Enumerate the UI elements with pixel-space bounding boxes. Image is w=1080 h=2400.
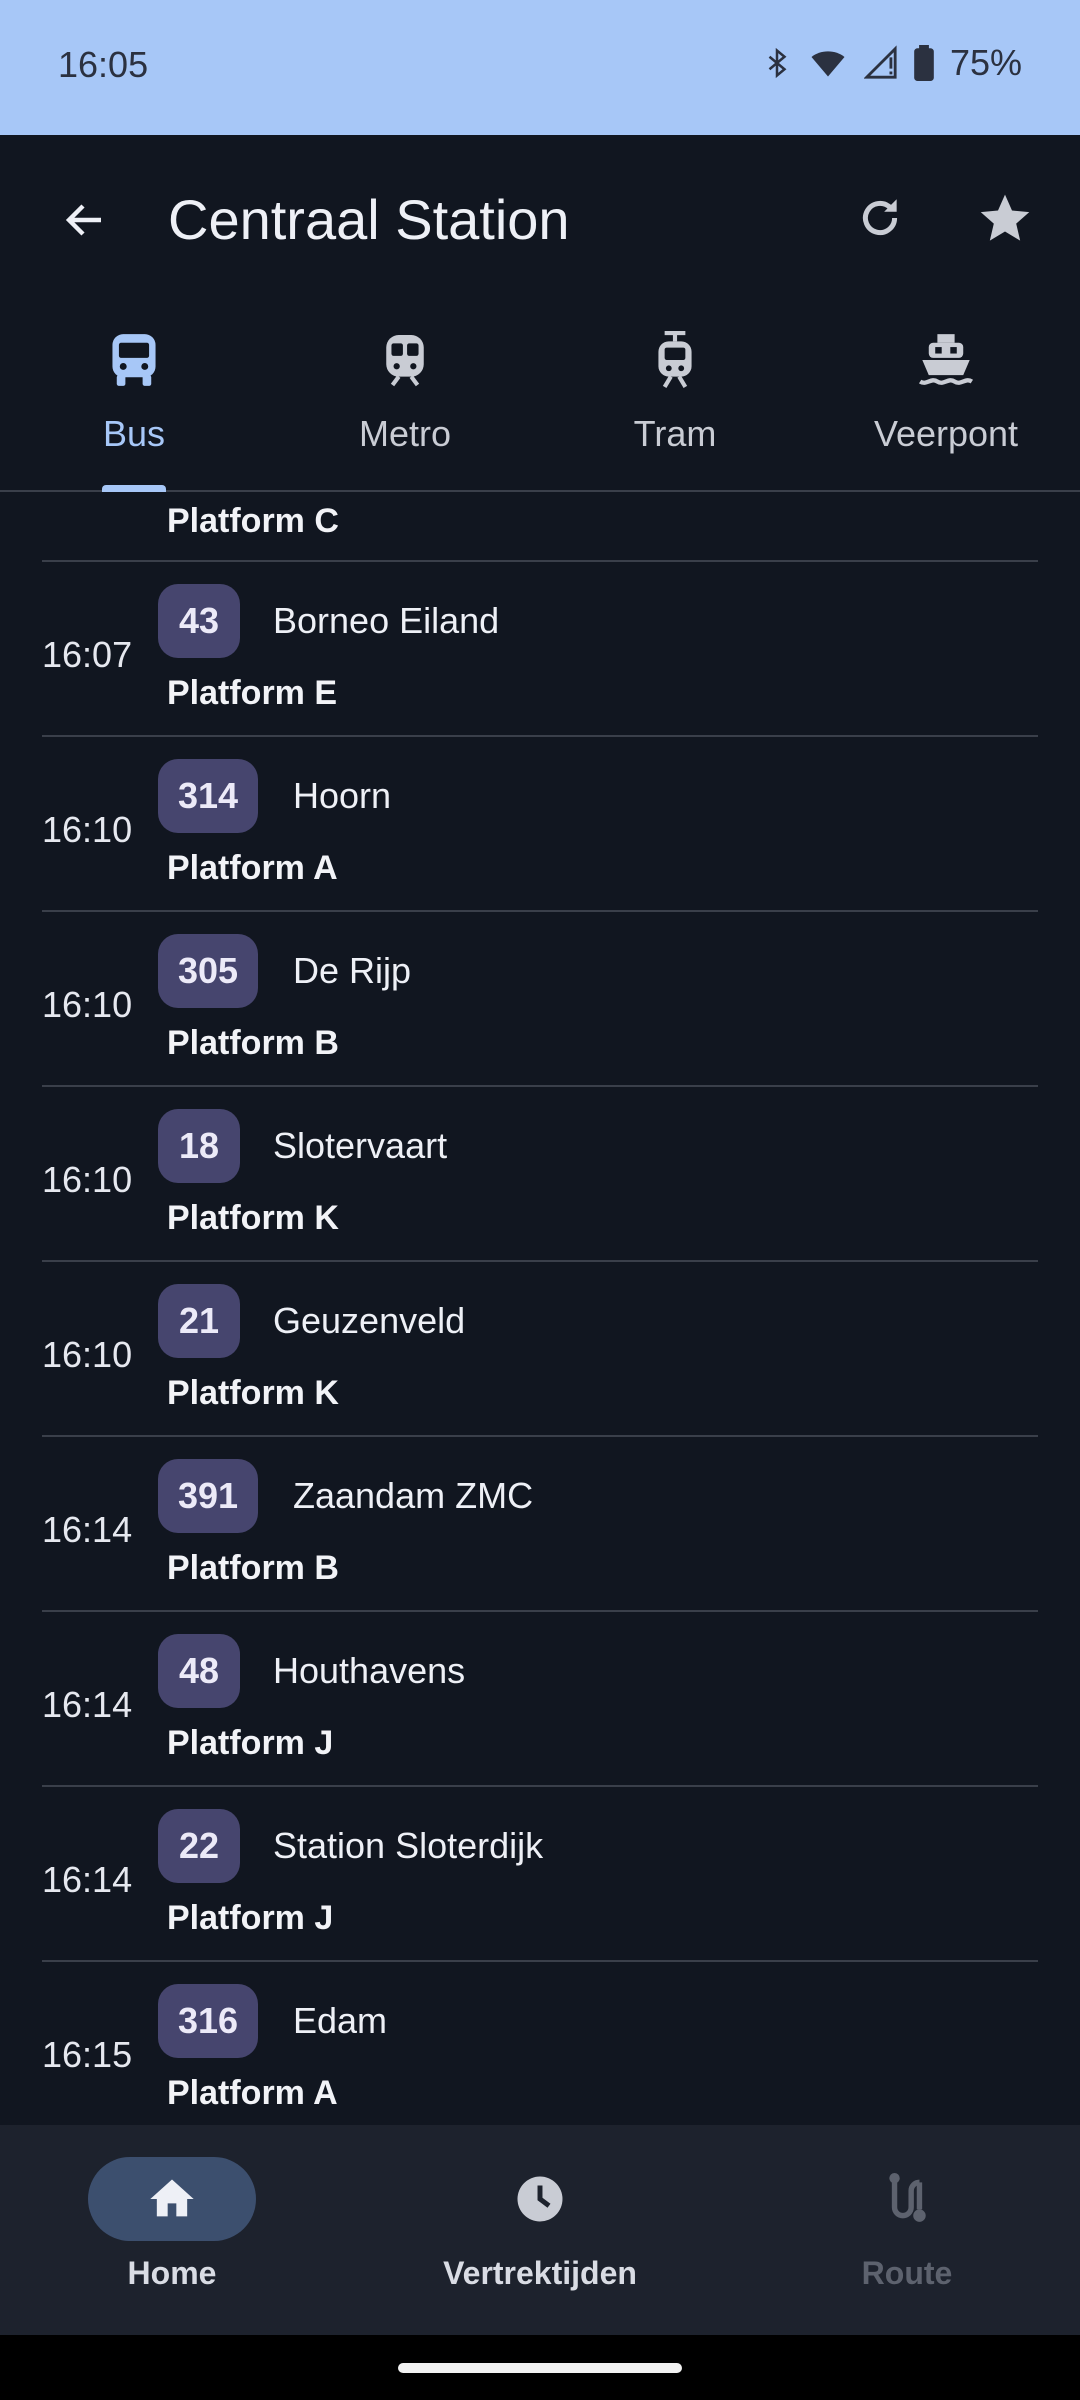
platform-label: Platform K [167, 1199, 339, 1237]
tab-label: Tram [633, 413, 717, 454]
tab-metro[interactable]: Metro [305, 325, 505, 485]
nav-indicator [88, 2157, 256, 2241]
platform-label: Platform E [167, 674, 338, 712]
favorite-button[interactable] [970, 183, 1040, 253]
nav-label: Route [861, 2255, 953, 2291]
gesture-handle[interactable] [398, 2363, 682, 2373]
platform-label: Platform B [167, 1024, 339, 1062]
nav-icon-wrap [823, 2157, 991, 2241]
nav-vertrektijden[interactable]: Vertrektijden [390, 2157, 690, 2307]
destination: Zaandam ZMC [293, 1475, 534, 1516]
list-item[interactable]: 16:14 48 Houthavens Platform J [42, 1612, 1038, 1787]
line-badge: 391 [158, 1459, 259, 1533]
nav-label: Vertrektijden [443, 2255, 637, 2291]
tab-label: Bus [102, 413, 166, 454]
departure-time: 16:10 [42, 809, 133, 850]
battery-icon [914, 45, 934, 81]
destination: Geuzenveld [273, 1300, 466, 1341]
nav-route[interactable]: Route [757, 2157, 1057, 2307]
bluetooth-icon [762, 45, 792, 81]
tab-bus[interactable]: Bus [34, 325, 234, 485]
departure-time: 16:14 [42, 1684, 133, 1725]
platform-label: Platform C [167, 502, 339, 540]
refresh-button[interactable] [845, 183, 915, 253]
destination: Hoorn [293, 775, 392, 816]
line-badge: 21 [158, 1284, 240, 1358]
platform-label: Platform J [167, 1899, 334, 1937]
departure-time: 16:14 [42, 1509, 133, 1550]
status-time: 16:05 [58, 44, 149, 85]
status-icons: 75% [762, 42, 1022, 84]
gesture-area [0, 2335, 1080, 2400]
departure-time: 16:14 [42, 1859, 133, 1900]
destination: Houthavens [273, 1650, 466, 1691]
tab-tram[interactable]: Tram [575, 325, 775, 485]
destination: Slotervaart [273, 1125, 448, 1166]
wifi-icon [808, 45, 848, 81]
home-icon [150, 2179, 194, 2217]
signal-icon [863, 45, 898, 81]
list-item[interactable]: 16:15 316 Edam Platform A [42, 1962, 1038, 2125]
arrow-back-icon [65, 204, 101, 236]
list-item[interactable]: 16:14 22 Station Sloterdijk Platform J [42, 1787, 1038, 1962]
transport-tabs: Bus Metro Tram Veerpont [0, 305, 1080, 492]
list-item[interactable]: 16:14 391 Zaandam ZMC Platform B [42, 1437, 1038, 1612]
platform-label: Platform A [167, 849, 338, 887]
tab-label: Metro [358, 413, 452, 454]
departure-time: 16:10 [42, 1334, 133, 1375]
list-item[interactable]: 16:10 305 De Rijp Platform B [42, 912, 1038, 1087]
ferry-icon [846, 325, 1046, 395]
departures-list[interactable]: Platform C 16:07 43 Borneo Eiland Platfo… [0, 490, 1080, 2125]
departure-time: 16:10 [42, 984, 133, 1025]
tab-label: Veerpont [873, 413, 1019, 454]
nav-icon-wrap [456, 2157, 624, 2241]
line-badge: 305 [158, 934, 259, 1008]
line-badge: 43 [158, 584, 240, 658]
bottom-navigation: Home Vertrektijden Route [0, 2125, 1080, 2335]
departure-time: 16:07 [42, 634, 133, 675]
star-icon [980, 194, 1030, 241]
list-item[interactable]: 16:07 43 Borneo Eiland Platform E [42, 562, 1038, 737]
back-button[interactable] [50, 185, 120, 255]
platform-label: Platform K [167, 1374, 339, 1412]
list-item[interactable]: Platform C [42, 490, 1038, 562]
nav-home[interactable]: Home [22, 2157, 322, 2307]
departure-time: 16:10 [42, 1159, 133, 1200]
destination: Station Sloterdijk [273, 1825, 544, 1866]
destination: Edam [293, 2000, 388, 2041]
destination: De Rijp [293, 950, 412, 991]
status-bar: 16:05 75% [0, 0, 1080, 135]
line-badge: 316 [158, 1984, 259, 2058]
page-title: Centraal Station [168, 188, 570, 251]
line-badge: 18 [158, 1109, 240, 1183]
tab-veerpont[interactable]: Veerpont [846, 325, 1046, 485]
platform-label: Platform B [167, 1549, 339, 1587]
platform-label: Platform A [167, 2074, 338, 2112]
refresh-icon [862, 199, 898, 236]
line-badge: 314 [158, 759, 259, 833]
destination: Borneo Eiland [273, 600, 500, 641]
list-item[interactable]: 16:10 18 Slotervaart Platform K [42, 1087, 1038, 1262]
line-badge: 22 [158, 1809, 240, 1883]
metro-icon [305, 325, 505, 395]
line-badge: 48 [158, 1634, 240, 1708]
list-item[interactable]: 16:10 21 Geuzenveld Platform K [42, 1262, 1038, 1437]
nav-label: Home [127, 2255, 217, 2291]
bus-icon [34, 325, 234, 395]
route-icon [889, 2173, 926, 2222]
list-item[interactable]: 16:10 314 Hoorn Platform A [42, 737, 1038, 912]
tram-icon [575, 325, 775, 395]
platform-label: Platform J [167, 1724, 334, 1762]
departure-time: 16:15 [42, 2034, 133, 2075]
app-bar: Centraal Station [0, 135, 1080, 305]
battery-level: 75% [949, 42, 1022, 83]
clock-icon [517, 2176, 563, 2222]
